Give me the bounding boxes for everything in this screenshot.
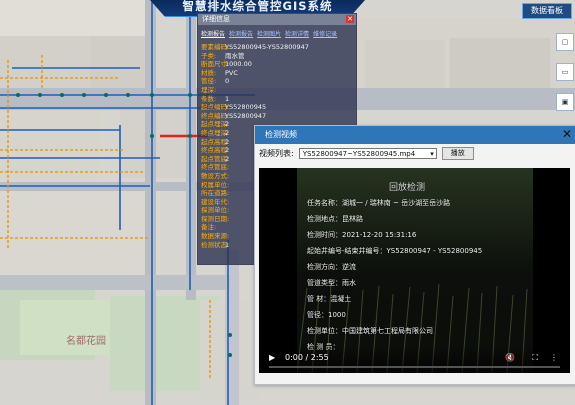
- field-value: PVC: [225, 68, 238, 77]
- field-key: 探测单位:: [201, 206, 230, 215]
- video-controls: ▶ 0:00 / 2:55 🔇 ⛶ ⋮: [259, 345, 570, 373]
- field-key: 终点高程:: [201, 146, 230, 155]
- overlay-line-6: 管道类型：雨水: [307, 279, 356, 287]
- overlay-line-3: 检测时间：2021-12-20 15:31:16: [307, 231, 417, 239]
- tab-details[interactable]: 检测详情: [285, 29, 309, 38]
- overlay-line-9: 检测单位：中国建筑第七工程局有限公司: [307, 327, 433, 335]
- field-key: 子类:: [201, 51, 217, 60]
- field-value: 0: [225, 77, 230, 86]
- detail-panel-title: 详细信息: [202, 15, 230, 23]
- overlay-line-7: 管 材：混凝土: [307, 295, 352, 303]
- field-row: 条数: 1: [201, 95, 353, 104]
- field-value: 2: [225, 128, 230, 137]
- field-value: YS52800947: [225, 111, 267, 120]
- field-row: 要素编码: YS52800945-YS52800947: [201, 43, 353, 52]
- field-value: 1: [225, 94, 230, 103]
- tab-report-2[interactable]: 检测报告: [229, 29, 253, 38]
- system-title: 智慧排水综合管控GIS系统: [182, 0, 333, 13]
- field-key: 起点高程:: [201, 137, 230, 146]
- video-window-title: 检测视频: [265, 130, 297, 139]
- field-key: 要素编码:: [201, 43, 230, 51]
- field-key: 备注:: [201, 223, 217, 232]
- field-row: 断面尺寸: 1000.00: [201, 60, 353, 69]
- field-key: 终点埋深:: [201, 128, 230, 137]
- overlay-line-5: 检测方向：逆流: [307, 263, 356, 271]
- overlay-line-4: 起始井编号-结束井编号：YS52800947 - YS52800945: [307, 247, 483, 255]
- field-key: 数据来源:: [201, 232, 230, 241]
- close-icon[interactable]: ✕: [346, 15, 354, 23]
- video-window: 检测视频 ✕ 视频列表: YS52800947~YS52800945.mp4 ▾…: [254, 125, 575, 385]
- video-frame-image: 回放检测 任务名称：湖城一 / 瑞林南 ~ 岳沙湖至岳沙路 检测地点：昆林路 检…: [296, 168, 533, 373]
- field-key: 管径:: [201, 77, 217, 86]
- tab-maintenance[interactable]: 维修记录: [313, 29, 337, 38]
- map-label-garden: 名都花园: [66, 334, 106, 347]
- field-row: 子类: 雨水管: [201, 52, 353, 61]
- field-key: 起点埋深:: [201, 120, 230, 129]
- video-window-titlebar: 检测视频 ✕: [255, 126, 575, 144]
- more-options-icon[interactable]: ⋮: [550, 353, 558, 362]
- field-value: 2: [225, 137, 230, 146]
- play-icon[interactable]: ▶: [269, 353, 275, 362]
- field-key: 起点编码:: [201, 103, 230, 112]
- time-display: 0:00 / 2:55: [285, 353, 329, 362]
- overlay-line-1: 任务名称：湖城一 / 瑞林南 ~ 岳沙湖至岳沙路: [307, 199, 451, 207]
- progress-track[interactable]: [269, 366, 560, 368]
- field-key: 敷设方式:: [201, 171, 230, 180]
- video-list-label: 视频列表:: [259, 148, 294, 158]
- field-key: 埋深:: [201, 85, 217, 94]
- field-row: 管径: 0: [201, 77, 353, 86]
- chevron-down-icon: ▾: [430, 149, 434, 158]
- video-toolbar: 视频列表: YS52800947~YS52800945.mp4 ▾ 播放: [255, 144, 575, 162]
- field-value: 2: [225, 120, 230, 129]
- play-button[interactable]: 播放: [441, 146, 474, 160]
- data-dashboard-button[interactable]: 数据看板: [522, 3, 572, 19]
- mute-icon[interactable]: 🔇: [505, 353, 515, 362]
- tab-images[interactable]: 检测图片: [257, 29, 281, 38]
- field-key: 建设年代:: [201, 197, 230, 206]
- detail-panel-header: 详细信息 ✕: [198, 14, 356, 25]
- field-key: 条数:: [201, 94, 217, 103]
- field-row: 埋深:: [201, 86, 353, 95]
- overlay-title: 回放检测: [389, 183, 426, 193]
- detail-tabs: 检测报告 检测报告 检测图片 检测详情 维修记录: [198, 25, 356, 40]
- overlay-line-2: 检测地点：昆林路: [307, 215, 363, 223]
- field-value: 雨水管: [225, 51, 245, 60]
- close-icon[interactable]: ✕: [561, 128, 573, 140]
- video-select-value: YS52800947~YS52800945.mp4: [302, 149, 416, 158]
- tool-button-2[interactable]: ▭: [556, 63, 574, 81]
- field-value: YS52800945: [225, 103, 267, 112]
- video-select[interactable]: YS52800947~YS52800945.mp4 ▾: [298, 147, 437, 159]
- tool-button-3[interactable]: ▣: [556, 93, 574, 111]
- field-row: 起点编码: YS52800945: [201, 103, 353, 112]
- tool-button-1[interactable]: ▢: [556, 33, 574, 51]
- field-value: 1: [225, 240, 230, 249]
- field-key: 所在道路:: [201, 189, 230, 198]
- field-key: 终点管底:: [201, 163, 230, 172]
- field-key: 检测状态:: [201, 240, 230, 249]
- fullscreen-icon[interactable]: ⛶: [532, 353, 538, 363]
- tab-report-1[interactable]: 检测报告: [201, 29, 225, 38]
- field-value: 2: [225, 146, 230, 155]
- video-player[interactable]: 回放检测 任务名称：湖城一 / 瑞林南 ~ 岳沙湖至岳沙路 检测地点：昆林路 检…: [259, 168, 570, 373]
- field-value: YS52800945-YS52800947: [225, 43, 309, 51]
- field-key: 权属单位:: [201, 180, 230, 189]
- field-key: 断面尺寸:: [201, 60, 230, 69]
- overlay-line-8: 管径：1000: [307, 311, 346, 319]
- field-row: 材质: PVC: [201, 69, 353, 78]
- field-value: 1000.00: [225, 60, 252, 69]
